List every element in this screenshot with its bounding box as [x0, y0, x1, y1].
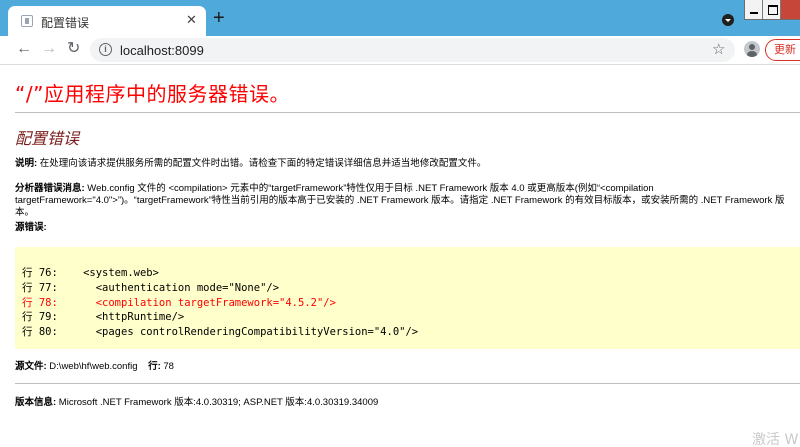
code-line: 行 79: <httpRuntime/> [22, 311, 185, 324]
close-window-button[interactable] [781, 0, 800, 19]
error-page: “/”应用程序中的服务器错误。 配置错误 说明: 在处理向该请求提供服务所需的配… [0, 66, 800, 447]
version-paragraph: 版本信息: Microsoft .NET Framework 版本:4.0.30… [15, 397, 378, 409]
source-error-heading: 源错误: [15, 222, 47, 234]
source-file-label: 源文件: [15, 361, 47, 372]
minimize-button[interactable] [745, 0, 763, 19]
code-line: 行 76: <system.web> [22, 267, 159, 279]
update-button[interactable]: 更新 [765, 39, 800, 61]
code-lines: 行 76: <system.web> 行 77: <authentication … [22, 266, 418, 340]
source-error-label: 源错误: [15, 222, 47, 233]
site-info-icon[interactable]: i [99, 43, 112, 56]
code-line-error: 行 78: <compilation targetFramework="4.5.… [22, 296, 336, 309]
line-label: 行: [148, 361, 161, 372]
tab-close-icon[interactable]: ✕ [186, 12, 197, 28]
reload-button[interactable]: ↻ [67, 40, 80, 58]
new-tab-button[interactable]: + [213, 8, 225, 28]
forward-button[interactable]: → [41, 40, 57, 58]
source-file-paragraph: 源文件: D:\web\hf\web.config 行: 78 [15, 361, 174, 373]
page-favicon-icon [21, 15, 33, 27]
bookmark-star-icon[interactable]: ☆ [712, 40, 725, 58]
code-line: 行 80: <pages controlRenderingCompatibili… [22, 326, 419, 339]
browser-toolbar: ← → ↻ i localhost:8099 ☆ [0, 36, 800, 65]
version-label: 版本信息: [15, 397, 57, 408]
browser-tab[interactable]: 配置错误 ✕ [8, 6, 206, 36]
page-title: “/”应用程序中的服务器错误。 [15, 82, 290, 106]
version-text: Microsoft .NET Framework 版本:4.0.30319; A… [56, 397, 379, 408]
description-paragraph: 说明: 在处理向该请求提供服务所需的配置文件时出错。请检查下面的特定错误详细信息… [15, 158, 486, 170]
window-controls [744, 0, 800, 20]
parser-message-paragraph: 分析器错误消息: Web.config 文件的 <compilation> 元素… [15, 183, 800, 219]
description-label: 说明: [15, 158, 38, 169]
line-value: 78 [160, 361, 174, 372]
url-text[interactable]: localhost:8099 [120, 43, 204, 58]
maximize-button[interactable] [763, 0, 781, 19]
source-code-box: 行 76: <system.web> 行 77: <authentication … [15, 247, 800, 349]
title-divider [15, 112, 800, 113]
tab-strip: 配置错误 ✕ + [0, 0, 800, 36]
back-button[interactable]: ← [16, 40, 32, 58]
description-text: 在处理向该请求提供服务所需的配置文件时出错。请检查下面的特定错误详细信息并适当地… [37, 158, 487, 169]
parser-text: Web.config 文件的 <compilation> 元素中的“target… [15, 183, 785, 218]
profile-avatar-icon[interactable] [744, 41, 760, 57]
footer-divider [15, 383, 800, 384]
error-subtitle: 配置错误 [15, 129, 80, 148]
activation-watermark: 激活 W [752, 432, 799, 447]
source-file-value: D:\web\hf\web.config [46, 361, 138, 372]
tab-title: 配置错误 [41, 16, 90, 30]
code-line: 行 77: <authentication mode="None"/> [22, 281, 280, 294]
address-bar[interactable]: i localhost:8099 ☆ [90, 38, 735, 62]
tab-search-icon[interactable] [722, 14, 734, 26]
parser-label: 分析器错误消息: [15, 183, 85, 194]
